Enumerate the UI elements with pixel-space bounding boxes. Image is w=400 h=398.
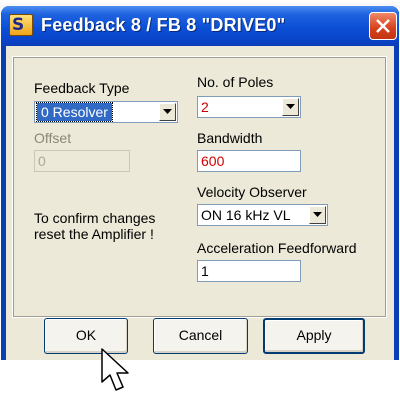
offset-label: Offset bbox=[34, 130, 72, 146]
bandwidth-input[interactable]: 600 bbox=[197, 150, 301, 172]
feedback-dialog: S Feedback 8 / FB 8 "DRIVE0" Feedback Ty… bbox=[1, 6, 399, 391]
cancel-button[interactable]: Cancel bbox=[153, 318, 248, 354]
feedback-type-label: Feedback Type bbox=[34, 80, 130, 96]
reset-note-line2: reset the Amplifier ! bbox=[34, 226, 154, 242]
apply-button[interactable]: Apply bbox=[263, 318, 365, 354]
mouse-cursor-icon bbox=[101, 348, 129, 391]
chevron-down-icon bbox=[163, 109, 172, 114]
chevron-down-icon bbox=[313, 212, 322, 217]
bandwidth-label: Bandwidth bbox=[197, 130, 263, 146]
offset-value: 0 bbox=[38, 153, 46, 169]
feedback-type-value: 0 Resolver bbox=[36, 102, 113, 122]
dialog-client-area: Feedback Type 0 Resolver Offset 0 No. of… bbox=[6, 46, 394, 391]
accel-feedforward-value: 1 bbox=[201, 263, 209, 279]
velocity-observer-label: Velocity Observer bbox=[197, 184, 307, 200]
feedback-type-dropdown-button[interactable] bbox=[159, 103, 176, 121]
poles-label: No. of Poles bbox=[197, 74, 274, 90]
velocity-observer-dropdown-button[interactable] bbox=[309, 206, 326, 224]
app-icon: S bbox=[9, 14, 33, 36]
velocity-observer-select[interactable]: ON 16 kHz VL bbox=[197, 204, 328, 226]
poles-select[interactable]: 2 bbox=[197, 96, 301, 118]
bandwidth-value: 600 bbox=[201, 153, 225, 169]
window-title: Feedback 8 / FB 8 "DRIVE0" bbox=[41, 15, 286, 35]
chevron-down-icon bbox=[286, 104, 295, 109]
velocity-observer-value: ON 16 kHz VL bbox=[201, 207, 291, 223]
poles-value: 2 bbox=[201, 99, 209, 115]
accel-feedforward-label: Acceleration Feedforward bbox=[197, 240, 357, 256]
title-bar[interactable]: S Feedback 8 / FB 8 "DRIVE0" bbox=[1, 6, 399, 46]
offset-input: 0 bbox=[34, 150, 130, 172]
accel-feedforward-input[interactable]: 1 bbox=[197, 260, 301, 282]
close-icon bbox=[376, 19, 390, 33]
app-icon-letter: S bbox=[12, 15, 25, 35]
poles-dropdown-button[interactable] bbox=[282, 98, 299, 116]
feedback-type-select[interactable]: 0 Resolver bbox=[34, 101, 178, 123]
close-button[interactable] bbox=[369, 12, 397, 40]
reset-note-line1: To confirm changes bbox=[34, 210, 156, 226]
